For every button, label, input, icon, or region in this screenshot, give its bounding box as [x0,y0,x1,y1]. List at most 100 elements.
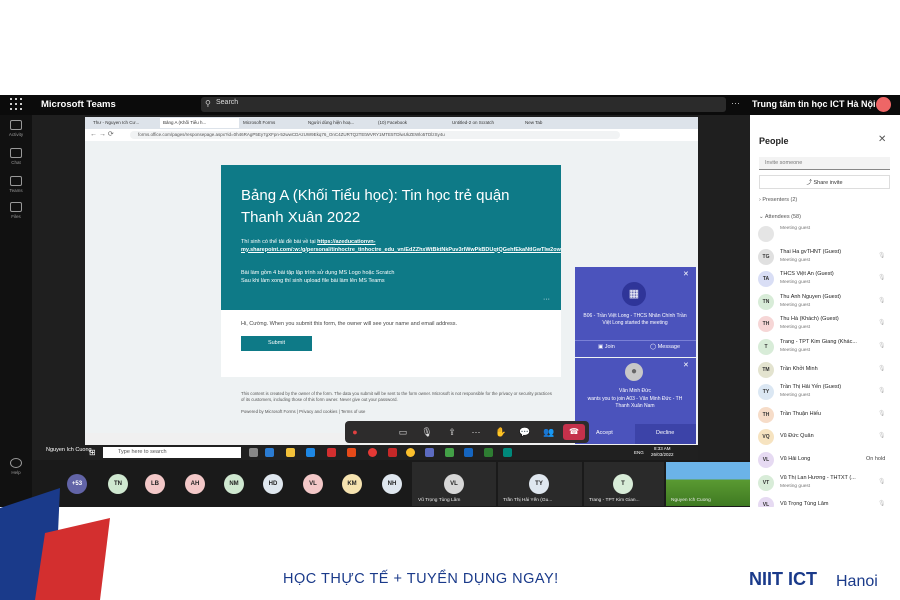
mic-off-icon[interactable]: 🎙 [878,297,886,304]
browser-tab[interactable]: (10) Facebook [375,118,448,128]
camera-off-icon[interactable]: ▭ [397,426,409,438]
folder-icon[interactable] [286,448,295,457]
app-icon[interactable] [327,448,336,457]
mic-off-icon[interactable]: 🎙 [878,342,886,349]
participant-avatar[interactable]: AH [185,474,205,494]
attendee-name[interactable]: Thai Ha gvTHNT (Guest) [780,249,841,255]
mic-off-icon[interactable]: 🎙 [878,252,886,259]
windows-start-icon[interactable]: ⊞ [89,448,96,457]
attendee-name[interactable]: Trang - TPT Kim Giang (Khác... [780,339,857,345]
search-input[interactable] [201,97,726,112]
browser-tab[interactable]: New Tab [522,118,595,128]
avatar[interactable] [876,97,891,112]
participant-avatar[interactable]: VL [303,474,323,494]
language-indicator[interactable]: ENG [634,450,644,455]
avatar: TM [758,361,774,378]
avatar: VT [758,474,774,491]
attendee-name[interactable]: Trần Thị Hải Yến (Guest) [780,384,841,390]
attendee-name[interactable]: Thu Hà (Khách) (Guest) [780,316,839,322]
share-icon[interactable]: ⇪ [446,426,458,438]
form-footer: Powered by Microsoft Forms | Privacy and… [241,409,366,414]
browser-tab[interactable]: Thư - Nguyen Ich Cư... [90,118,161,128]
tile-avatar: VL [444,474,464,494]
task-view-icon[interactable] [249,448,258,457]
nav-arrows-icon[interactable]: ← → ⟳ [90,130,114,138]
mic-off-icon[interactable]: 🎙 [421,426,433,438]
participants-icon[interactable]: 👥 [543,426,555,438]
system-clock[interactable]: 8:33 AM 26/03/2022 [651,446,674,457]
browser-tab[interactable]: Người dùng hiện hoạ... [305,118,374,128]
mic-off-icon[interactable]: 🎙 [878,432,886,439]
app-icon[interactable] [503,448,512,457]
app-icon[interactable] [347,448,356,457]
more-options-icon[interactable]: ··· [731,98,740,108]
join-button[interactable]: ▣ Join [598,344,615,350]
invite-input[interactable]: Invite someone [759,157,890,170]
chat-icon[interactable]: 💬 [519,426,531,438]
rail-chat[interactable]: Chat [0,148,32,165]
decorative-stripes [0,488,110,600]
tile-avatar: TY [529,474,549,494]
opera-icon[interactable] [368,448,377,457]
more-icon[interactable]: ⋯ [470,426,482,438]
attendee-name[interactable]: Vũ Đức Quân [780,433,814,439]
chat-icon [10,148,22,158]
mic-off-icon[interactable]: 🎙 [878,365,886,372]
edge-icon[interactable] [306,448,315,457]
mic-off-icon[interactable]: 🎙 [878,387,886,394]
app-icon[interactable] [464,448,473,457]
raise-hand-icon[interactable]: ✋ [495,426,507,438]
taskbar-search[interactable]: Type here to search [103,447,241,458]
close-icon[interactable]: ✕ [878,134,886,145]
participant-avatar[interactable]: LB [145,474,165,494]
share-invite-button[interactable]: ⤴ Share invite [759,175,890,189]
participant-avatar[interactable]: KM [342,474,362,494]
toast-text: B06 - Trần Việt Long - THCS Nhân Chính T… [583,313,687,326]
attendee-name[interactable]: Vũ Hải Long [780,456,810,462]
participant-avatar[interactable]: NM [224,474,244,494]
attendee-name[interactable]: Trần Khởi Minh [780,366,818,372]
attendees-section[interactable]: ⌄ Attendees (58) [759,214,801,220]
attendee-name[interactable]: Thu Anh Nguyen (Guest) [780,294,841,300]
chrome-icon[interactable] [406,448,415,457]
mic-off-icon[interactable]: 🎙 [878,319,886,326]
browser-tab[interactable]: Microsoft Forms [240,118,305,128]
attendee-name[interactable]: Trần Thuận Hiếu [780,411,821,417]
hang-up-button[interactable]: ☎ [563,424,585,440]
app-icon[interactable] [445,448,454,457]
brand-logo: NIIT ICT [749,569,817,589]
top-margin [0,0,900,95]
form-disclaimer: This content is created by the owner of … [241,391,552,402]
submit-button[interactable]: Submit [241,336,312,351]
app-icon[interactable] [388,448,397,457]
rail-help[interactable]: Help [0,458,32,475]
rail-activity[interactable]: Activity [0,120,32,137]
attendee-role: Meeting guest [780,302,811,308]
avatar: TN [758,293,774,310]
url-field[interactable]: forms.office.com/pages/responsepage.aspx… [130,131,620,139]
attendee-role: Meeting guest [780,257,811,263]
presenters-section[interactable]: › Presenters (2) [759,197,797,203]
teams-icon[interactable] [425,448,434,457]
close-icon[interactable]: ✕ [683,361,689,369]
participant-avatar[interactable]: HD [263,474,283,494]
app-grid-icon[interactable] [10,98,22,110]
close-icon[interactable]: ✕ [683,270,689,278]
browser-tab[interactable]: Untitled-2 on Scratch [449,118,522,128]
mic-off-icon[interactable]: 🎙 [878,274,886,281]
mic-off-icon[interactable]: 🎙 [878,410,886,417]
more-icon[interactable]: ··· [543,296,550,303]
form-title: Bảng A (Khối Tiểu học): Tin học trẻ quận… [241,187,510,226]
message-button[interactable]: ◯ Message [650,344,680,350]
browser-tab-active[interactable]: Bảng A (Khối Tiểu h... [160,118,239,128]
record-icon[interactable]: ● [349,426,361,438]
rail-label: Activity [8,132,24,137]
attendee-name[interactable]: THCS Việt An (Guest) [780,271,834,277]
rail-files[interactable]: Files [0,202,32,219]
app-icon[interactable] [265,448,274,457]
mic-off-icon[interactable]: 🎙 [878,478,886,485]
rail-teams[interactable]: Teams [0,176,32,193]
participant-avatar[interactable]: NH [382,474,402,494]
attendee-name[interactable]: Vũ Thị Lan Hương - THTXT (... [780,475,856,481]
excel-icon[interactable] [484,448,493,457]
